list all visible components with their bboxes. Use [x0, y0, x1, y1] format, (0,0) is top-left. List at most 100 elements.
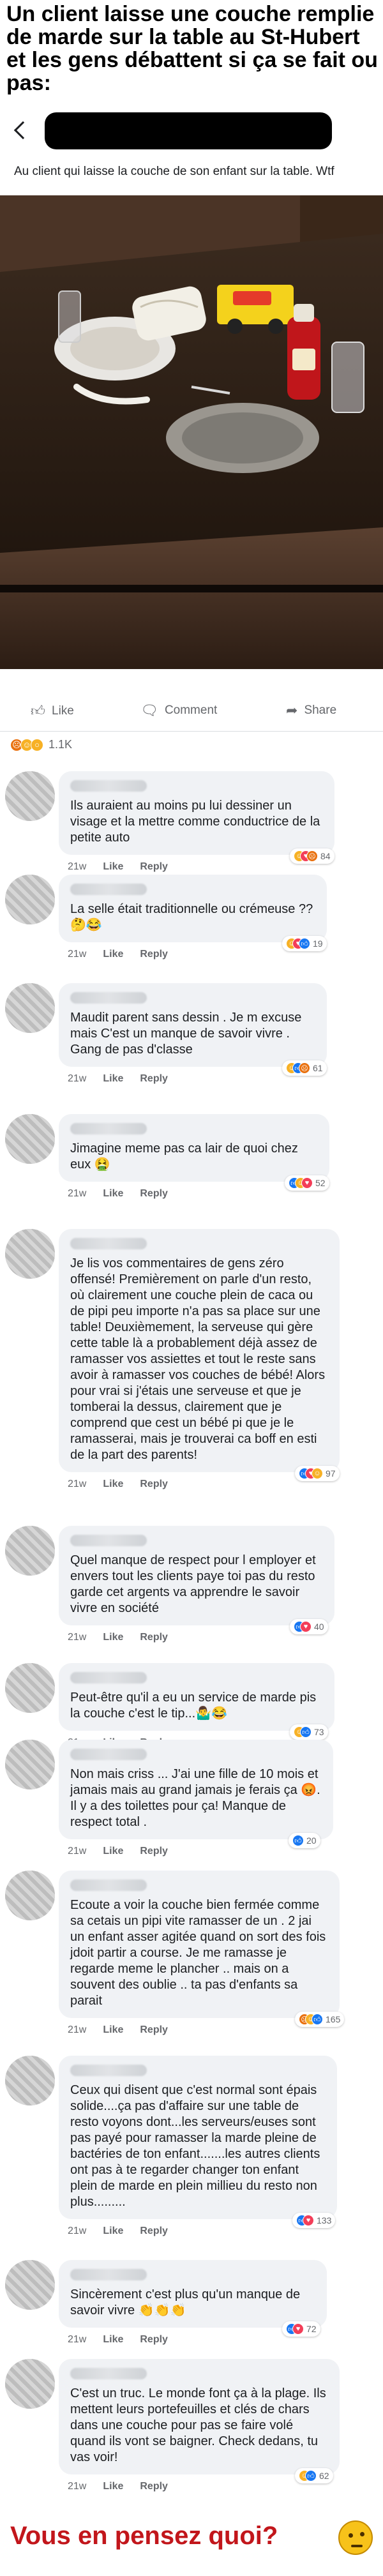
back-chevron-icon[interactable] — [13, 121, 33, 140]
avatar[interactable] — [5, 2056, 55, 2105]
avatar[interactable] — [5, 1229, 55, 1279]
comment-time: 21w — [68, 1632, 87, 1643]
comment-reactions[interactable]: ☺ 👍︎ 73 — [290, 1724, 328, 1740]
blurred-commenter-name[interactable] — [70, 2368, 147, 2379]
comment-reactions[interactable]: ☺ 👍︎ 62 — [295, 2468, 333, 2483]
comment-like-button[interactable]: Like — [103, 1846, 123, 1857]
comment-text: Ils auraient au moins pu lui dessiner un… — [70, 799, 320, 845]
blurred-commenter-name[interactable] — [70, 1238, 147, 1249]
post-actions-bar: 👍︎ Like 🗨︎ Comment ➦ Share — [0, 693, 383, 732]
blurred-commenter-name[interactable] — [70, 884, 147, 895]
comment-reactions[interactable]: 👍︎ ♥ ☺ 97 — [295, 1466, 340, 1481]
comment-like-button[interactable]: Like — [103, 2226, 123, 2237]
love-reaction-icon: ♥ — [303, 2215, 314, 2226]
comment-reactions[interactable]: 👍︎ ♥ 133 — [292, 2213, 336, 2228]
comment-bubble: Ils auraient au moins pu lui dessiner un… — [59, 771, 334, 855]
comment-reply-button[interactable]: Reply — [140, 1846, 168, 1857]
comment-meta: 21w Like Reply — [68, 1479, 168, 1490]
comment-reply-button[interactable]: Reply — [140, 2481, 168, 2492]
comment-like-button[interactable]: Like — [103, 1073, 123, 1085]
comment-reaction-count: 52 — [315, 1178, 326, 1188]
avatar[interactable] — [5, 1526, 55, 1576]
comment-reactions[interactable]: ☺ ♥ 👍︎ 19 — [282, 936, 327, 951]
thinking-face-icon — [338, 2520, 373, 2555]
comment-meta: 21w Like Reply — [68, 1188, 168, 1200]
comment-reply-button[interactable]: Reply — [140, 1073, 168, 1085]
comment-like-button[interactable]: Like — [103, 2024, 123, 2036]
avatar[interactable] — [5, 2359, 55, 2409]
glass — [331, 342, 364, 413]
comment-time: 21w — [68, 1479, 87, 1489]
comment-bubble: Peut-être qu'il a eu un service de marde… — [59, 1663, 334, 1731]
post-reactions[interactable]: ☹ ☺ ○ 1.1K — [10, 738, 72, 751]
blurred-commenter-name[interactable] — [70, 1535, 147, 1546]
avatar[interactable] — [5, 1114, 55, 1164]
comment-meta: 21w Like Reply — [68, 2334, 168, 2346]
comment-meta: 21w Like Reply — [68, 1632, 168, 1643]
comment-reaction-count: 61 — [313, 1063, 323, 1073]
blurred-commenter-name[interactable] — [70, 2269, 147, 2280]
avatar[interactable] — [5, 1663, 55, 1713]
comment-reply-button[interactable]: Reply — [140, 2226, 168, 2237]
comment-reply-button[interactable]: Reply — [140, 1188, 168, 1200]
share-icon: ➦ — [286, 702, 298, 718]
blurred-commenter-name[interactable] — [70, 1749, 147, 1760]
avatar[interactable] — [5, 1740, 55, 1789]
comment-reply-button[interactable]: Reply — [140, 861, 168, 873]
comment-reply-button[interactable]: Reply — [140, 2334, 168, 2346]
like-label: Like — [52, 704, 74, 718]
comment-text: La selle était traditionnelle ou crémeus… — [70, 902, 313, 932]
comment-meta: 21w Like Reply — [68, 1846, 168, 1857]
comment-reactions[interactable]: 👍︎ 20 — [289, 1833, 320, 1848]
post-photo[interactable] — [0, 195, 383, 669]
comment-reaction-count: 72 — [306, 2324, 317, 2334]
comment-reply-button[interactable]: Reply — [140, 949, 168, 960]
comment-button[interactable]: 🗨︎ Comment — [140, 702, 217, 719]
avatar[interactable] — [5, 2260, 55, 2310]
glass — [58, 290, 81, 343]
comment-reactions[interactable]: ☺ ♥ ☹ 84 — [290, 848, 334, 864]
comment-time: 21w — [68, 2226, 87, 2236]
haha-reaction-icon: ☺ — [312, 1468, 323, 1479]
comment-like-button[interactable]: Like — [103, 1632, 123, 1643]
like-button[interactable]: 👍︎ Like — [31, 702, 74, 719]
comment-meta: 21w Like Reply — [68, 861, 168, 873]
comment-reply-button[interactable]: Reply — [140, 1632, 168, 1643]
comment-reaction-count: 19 — [313, 938, 323, 949]
comment-text: Maudit parent sans dessin . Je m excuse … — [70, 1011, 302, 1057]
blurred-commenter-name[interactable] — [70, 1672, 147, 1683]
comment-time: 21w — [68, 2024, 87, 2035]
comment-like-button[interactable]: Like — [103, 2334, 123, 2346]
comment-like-button[interactable]: Like — [103, 1479, 123, 1490]
share-button[interactable]: ➦ Share — [286, 702, 336, 719]
blurred-commenter-name[interactable] — [70, 1123, 147, 1134]
love-reaction-icon: ♥ — [300, 1621, 312, 1632]
avatar[interactable] — [5, 771, 55, 821]
post-header — [0, 110, 383, 154]
avatar[interactable] — [5, 983, 55, 1033]
comment-text: Ecoute a voir la couche bien fermée comm… — [70, 1898, 326, 2008]
comment-reaction-count: 97 — [326, 1468, 336, 1479]
blurred-commenter-name[interactable] — [70, 992, 147, 1004]
comment-reactions[interactable]: ☹ ☺ 👍︎ 165 — [295, 2012, 345, 2027]
avatar[interactable] — [5, 1871, 55, 1920]
comment-reactions[interactable]: 👍︎ ♥ 72 — [282, 2321, 320, 2337]
blurred-commenter-name[interactable] — [70, 1879, 147, 1891]
blurred-commenter-name[interactable] — [70, 780, 147, 792]
comment-icon: 🗨︎ — [140, 702, 158, 718]
comment-reactions[interactable]: 👍︎ ☺ ♥ 52 — [285, 1175, 329, 1191]
avatar[interactable] — [5, 875, 55, 924]
comment-reactions[interactable]: ☺ 👍︎ ☹ 61 — [282, 1060, 327, 1076]
comment-like-button[interactable]: Like — [103, 949, 123, 960]
comment-reactions[interactable]: 👍︎ ♥ 40 — [290, 1619, 328, 1634]
comment-like-button[interactable]: Like — [103, 861, 123, 873]
comment-reply-button[interactable]: Reply — [140, 2024, 168, 2036]
blurred-commenter-name[interactable] — [70, 2065, 147, 2076]
love-reaction-icon: ♥ — [301, 1177, 313, 1189]
comment-time: 21w — [68, 861, 87, 872]
comment-like-button[interactable]: Like — [103, 1188, 123, 1200]
comment-like-button[interactable]: Like — [103, 2481, 123, 2492]
comment-text: Peut-être qu'il a eu un service de marde… — [70, 1691, 317, 1721]
like-reaction-icon: 👍︎ — [299, 938, 310, 949]
comment-reply-button[interactable]: Reply — [140, 1479, 168, 1490]
